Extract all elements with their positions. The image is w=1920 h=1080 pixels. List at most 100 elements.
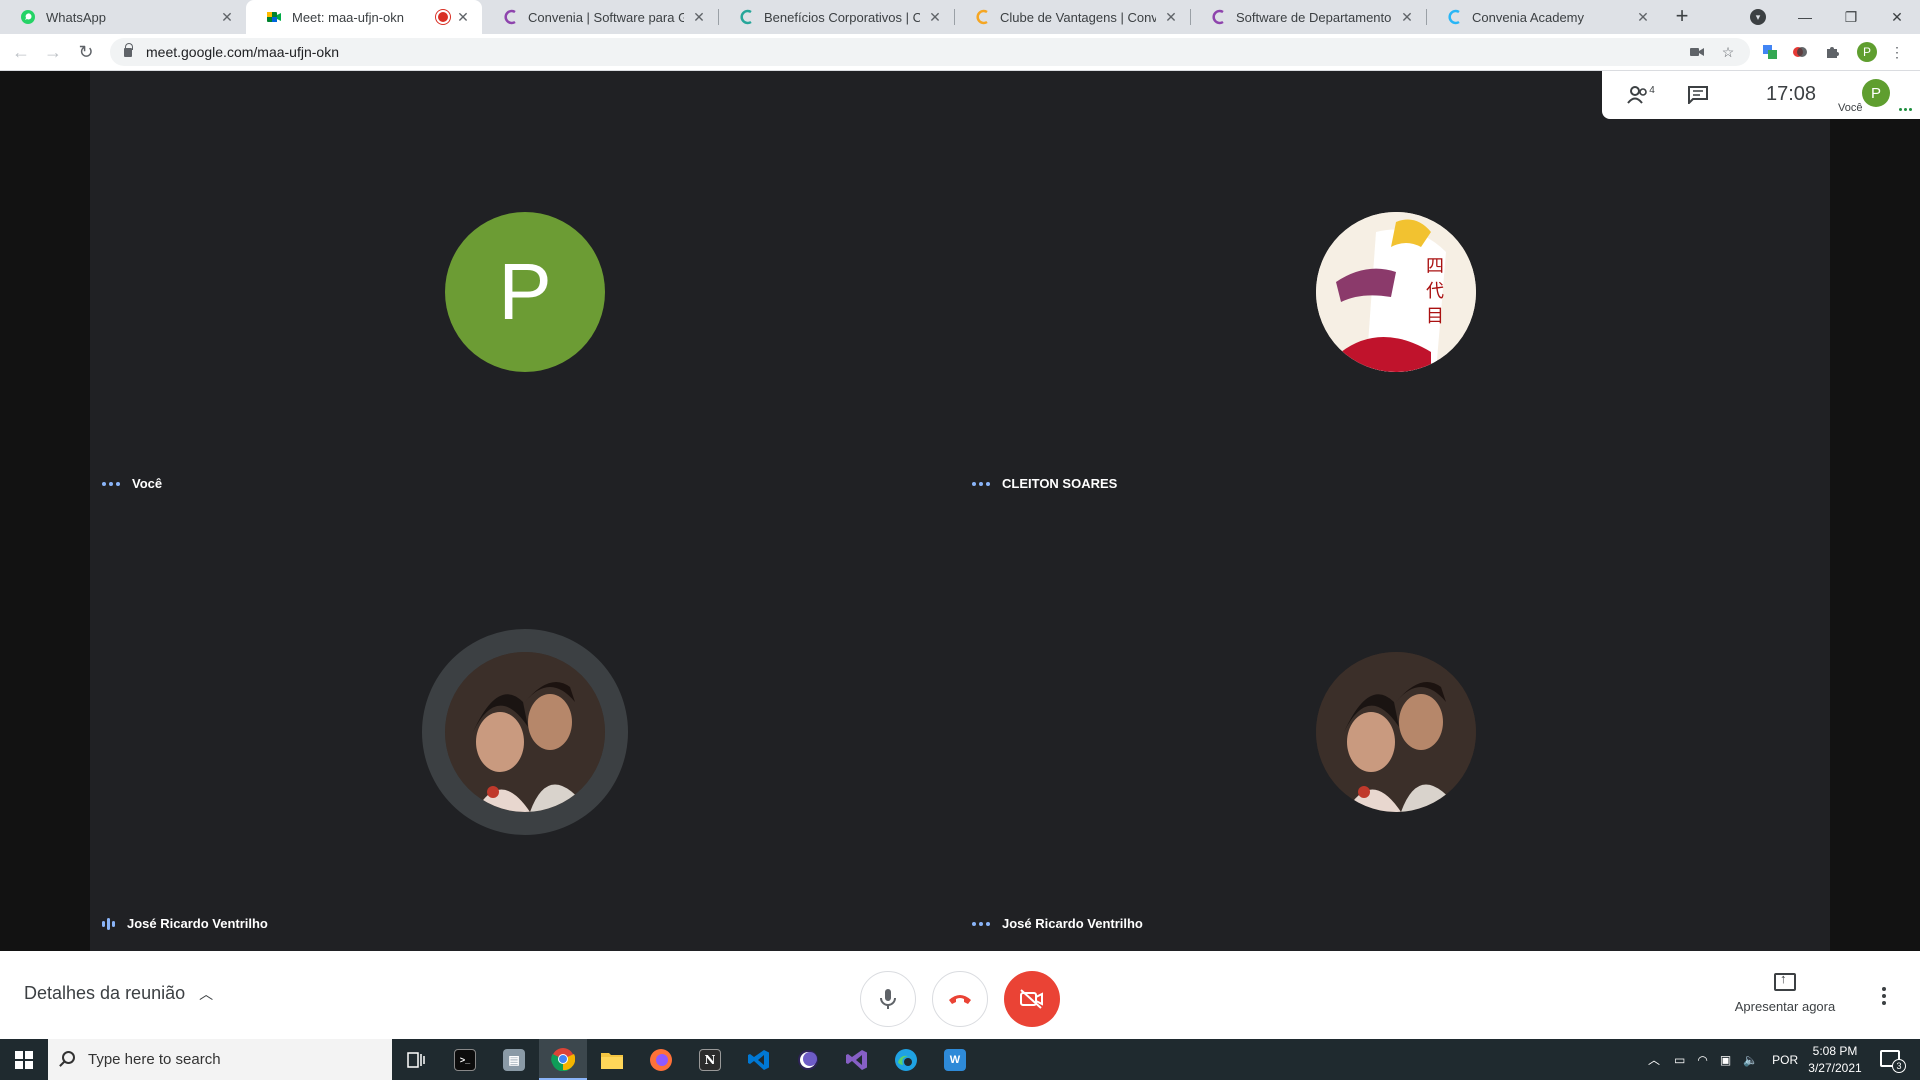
meeting-clock: 17:08 (1766, 83, 1817, 105)
wifi-icon[interactable]: ◠ (1697, 1053, 1707, 1067)
language-indicator[interactable]: POR (1772, 1053, 1798, 1067)
close-icon[interactable]: ✕ (926, 9, 944, 26)
more-options-icon[interactable] (1882, 987, 1886, 1005)
close-icon[interactable]: ✕ (1398, 9, 1416, 26)
tab-convenia-software[interactable]: Convenia | Software para Gestão ✕ (482, 0, 718, 34)
recording-indicator-icon (438, 12, 448, 22)
participant-name: José Ricardo Ventrilho (102, 916, 268, 931)
more-options-dots-icon[interactable] (972, 481, 990, 486)
notion-icon[interactable]: N (686, 1039, 734, 1080)
end-call-icon (949, 995, 971, 1004)
participant-name-label: José Ricardo Ventrilho (127, 916, 268, 931)
restore-button[interactable]: ❐ (1828, 0, 1874, 34)
tab-whatsapp[interactable]: WhatsApp ✕ (0, 0, 246, 34)
windows-taskbar: Type here to search >_ ▤ N W ︿ ▭ ◠ ▣ 🔈 P… (0, 1039, 1920, 1080)
chrome-icon[interactable] (539, 1039, 587, 1080)
tray-overflow-icon[interactable]: ︿ (1648, 1051, 1660, 1068)
tab-title: Benefícios Corporativos | Conver (764, 9, 920, 25)
anime-avatar-image: 四 代 目 (1316, 212, 1476, 372)
volume-icon[interactable]: 🔈 (1743, 1053, 1758, 1067)
camera-off-button[interactable] (1004, 971, 1060, 1027)
participant-tile-self[interactable]: P Você (90, 71, 950, 511)
avatar: P (445, 212, 605, 372)
back-button[interactable]: ← (10, 42, 32, 64)
file-explorer-icon[interactable] (588, 1039, 636, 1080)
reload-button[interactable]: ↻ (75, 42, 97, 64)
microphone-icon (880, 989, 896, 1009)
camera-in-use-icon[interactable] (1688, 43, 1706, 61)
forward-button[interactable]: → (42, 42, 64, 64)
address-bar[interactable]: meet.google.com/maa-ufjn-okn (110, 38, 1750, 66)
present-now-button[interactable]: Apresentar agora (1720, 971, 1850, 1014)
tab-convenia-academy[interactable]: Convenia Academy ✕ (1426, 0, 1662, 34)
firefox-icon[interactable] (637, 1039, 685, 1080)
speaking-indicator-icon (102, 917, 115, 930)
participant-grid: P Você 四 代 目 CLEITON SOARES José Ricardo… (90, 71, 1830, 951)
vscode-icon[interactable] (735, 1039, 783, 1080)
participants-button[interactable]: 4 (1626, 83, 1656, 107)
tab-convenia-beneficios[interactable]: Benefícios Corporativos | Conver ✕ (718, 0, 954, 34)
svg-text:四: 四 (1426, 256, 1444, 277)
tab-convenia-departamento[interactable]: Software de Departamento Pess ✕ (1190, 0, 1426, 34)
meeting-details-label: Detalhes da reunião (24, 983, 186, 1003)
couple-avatar-image (1316, 652, 1476, 812)
present-screen-icon (1774, 971, 1796, 991)
close-icon[interactable]: ✕ (218, 9, 236, 26)
participant-tile-jose-speaking[interactable]: José Ricardo Ventrilho (90, 511, 950, 951)
chat-button[interactable] (1686, 83, 1710, 107)
taskbar-search-input[interactable]: Type here to search (48, 1039, 392, 1080)
close-window-button[interactable]: ✕ (1874, 0, 1920, 34)
eclipse-icon[interactable] (784, 1039, 832, 1080)
extension-icon[interactable] (1791, 43, 1809, 61)
display-icon[interactable]: ▣ (1720, 1053, 1731, 1067)
battery-icon[interactable]: ▭ (1674, 1053, 1685, 1067)
taskbar-clock[interactable]: 5:08 PM 3/27/2021 (1805, 1043, 1865, 1077)
system-tray: ︿ ▭ ◠ ▣ 🔈 POR (1648, 1039, 1798, 1080)
tab-convenia-clube[interactable]: Clube de Vantagens | Convenia ✕ (954, 0, 1190, 34)
printer-icon[interactable]: ▤ (490, 1039, 538, 1080)
close-icon[interactable]: ✕ (690, 9, 708, 26)
visual-studio-icon[interactable] (833, 1039, 881, 1080)
participant-name-label: José Ricardo Ventrilho (1002, 916, 1143, 931)
extensions-puzzle-icon[interactable] (1824, 43, 1842, 61)
svg-text:代: 代 (1426, 281, 1444, 302)
convenia-icon (974, 9, 990, 25)
convenia-icon (738, 9, 754, 25)
leave-call-button[interactable] (932, 971, 988, 1027)
new-tab-button[interactable]: + (1670, 5, 1694, 29)
meet-call-area: P Você 四 代 目 CLEITON SOARES José Ricardo… (0, 71, 1920, 951)
svg-text:目: 目 (1426, 306, 1444, 327)
taskbar-time: 5:08 PM (1812, 1044, 1858, 1058)
chrome-menu-icon[interactable]: ⋮ (1888, 43, 1906, 61)
edge-icon[interactable] (882, 1039, 930, 1080)
terminal-icon[interactable]: >_ (441, 1039, 489, 1080)
more-options-dots-icon[interactable] (972, 921, 990, 926)
minimize-button[interactable]: — (1782, 0, 1828, 34)
bookmark-star-icon[interactable]: ☆ (1719, 43, 1737, 61)
participant-tile-jose[interactable]: José Ricardo Ventrilho (960, 511, 1820, 951)
whiteboard-icon[interactable]: W (931, 1039, 979, 1080)
microphone-button[interactable] (860, 971, 916, 1027)
participant-tile-cleiton[interactable]: 四 代 目 CLEITON SOARES (960, 71, 1820, 511)
start-button[interactable] (0, 1039, 48, 1080)
notification-center-icon[interactable]: 3 (1880, 1050, 1906, 1073)
tab-search-icon[interactable]: ▾ (1750, 9, 1766, 25)
more-options-dots-icon[interactable] (102, 481, 120, 486)
tab-title: Convenia Academy (1472, 9, 1585, 25)
translate-extension-icon[interactable] (1761, 43, 1779, 61)
close-icon[interactable]: ✕ (1634, 9, 1652, 26)
self-avatar[interactable]: P (1862, 79, 1890, 107)
close-icon[interactable]: ✕ (1162, 9, 1180, 26)
participant-name-label: CLEITON SOARES (1002, 476, 1118, 491)
participant-name: José Ricardo Ventrilho (972, 916, 1143, 931)
close-icon[interactable]: ✕ (454, 9, 472, 26)
tab-meet[interactable]: Meet: maa-ufjn-okn ✕ (246, 0, 482, 34)
meet-control-bar: Detalhes da reunião ︿ Apresentar agora (0, 951, 1920, 1039)
meeting-details-button[interactable]: Detalhes da reunião ︿ (24, 983, 213, 1004)
browser-profile-avatar[interactable]: P (1857, 42, 1877, 62)
tab-title: Meet: maa-ufjn-okn (292, 9, 404, 25)
tab-title: Software de Departamento Pess (1236, 9, 1392, 25)
chevron-up-icon: ︿ (199, 985, 214, 1002)
google-meet-icon (266, 9, 282, 25)
task-view-icon[interactable] (392, 1039, 440, 1080)
